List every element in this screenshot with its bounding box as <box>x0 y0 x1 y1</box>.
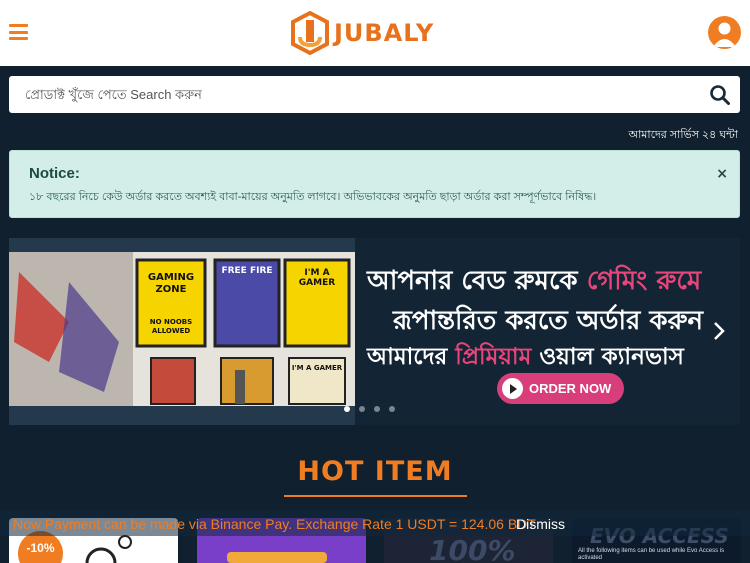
poster-no-noobs: NO NOOBS ALLOWED <box>149 318 193 335</box>
service-hours-text: আমাদের সার্ভিস ২৪ ঘন্টা <box>628 129 738 141</box>
hero-banner[interactable]: GAMING ZONE NO NOOBS ALLOWED FREE FIRE I… <box>9 238 740 425</box>
poster-im-a-gamer-small: I'M A GAMER <box>291 364 343 372</box>
notice-alert: Notice: ১৮ বছরের নিচে কেউ অর্ডার করতে অব… <box>9 150 740 218</box>
logo-text: JUBALY <box>334 19 435 47</box>
slider-dot-2[interactable] <box>359 406 365 412</box>
play-icon <box>502 378 523 399</box>
payment-notice-bar: Now Payment can be made via Binance Pay.… <box>0 510 750 536</box>
dismiss-button[interactable]: Dismiss <box>516 516 565 532</box>
slider-dots <box>344 406 395 412</box>
slider-dot-1[interactable] <box>344 406 350 412</box>
hot-item-heading: HOT ITEM <box>297 456 453 487</box>
search-input[interactable] <box>9 76 699 113</box>
search-icon[interactable] <box>709 84 731 106</box>
user-icon[interactable] <box>708 16 741 49</box>
notice-body: ১৮ বছরের নিচে কেউ অর্ডার করতে অবশ্যই বাব… <box>29 191 597 203</box>
card-4-caption: All the following items can be used whil… <box>578 548 725 561</box>
banner-text-area: আপনার বেড রুমকে গেমিং রুমে রূপান্তরিত কর… <box>355 238 740 425</box>
notice-title: Notice: <box>29 165 80 182</box>
poster-free-fire: FREE FIRE <box>221 266 273 276</box>
logo[interactable]: JUBALY <box>290 10 434 56</box>
heading-underline <box>284 495 467 497</box>
slider-dot-3[interactable] <box>374 406 380 412</box>
poster-gaming-zone: GAMING ZONE <box>147 272 195 295</box>
menu-icon[interactable] <box>9 24 28 40</box>
logo-mark-icon <box>291 11 329 55</box>
slider-dot-4[interactable] <box>389 406 395 412</box>
order-now-label: ORDER NOW <box>529 381 612 396</box>
banner-line-1: আপনার বেড রুমকে গেমিং রুমে <box>367 266 702 296</box>
close-icon[interactable]: × <box>716 166 728 182</box>
search-bar <box>9 76 740 113</box>
chevron-right-icon[interactable] <box>712 320 726 342</box>
card-3-label: 100% <box>429 534 516 563</box>
header: JUBALY <box>0 0 750 66</box>
poster-im-a-gamer: I'M A GAMER <box>298 268 336 288</box>
payment-notice-text: Now Payment can be made via Binance Pay.… <box>13 516 536 532</box>
order-now-button[interactable]: ORDER NOW <box>497 373 624 404</box>
banner-line-3: আমাদের প্রিমিয়াম ওয়াল ক্যানভাস <box>367 344 684 370</box>
banner-photo: GAMING ZONE NO NOOBS ALLOWED FREE FIRE I… <box>9 252 355 406</box>
